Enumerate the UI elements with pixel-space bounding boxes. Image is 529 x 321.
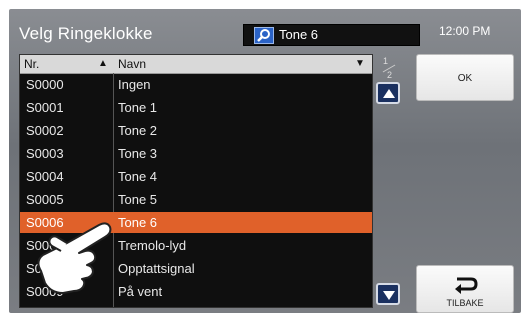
item-nr: S0004 <box>26 169 64 184</box>
sort-desc-icon[interactable]: ▼ <box>355 58 365 69</box>
column-header-name[interactable]: Navn <box>118 57 146 71</box>
scroll-controls: 1 2 <box>373 54 403 306</box>
item-name: Opptattsignal <box>118 261 195 276</box>
item-name: Tone 5 <box>118 192 158 207</box>
list-item[interactable]: S0002 Tone 2 <box>20 120 372 141</box>
return-arrow-icon <box>455 277 478 294</box>
item-name: Tone 4 <box>118 169 158 184</box>
item-name: Tone 6 <box>118 215 158 230</box>
list-header: Nr. ▲ Navn ▼ <box>20 55 372 74</box>
item-nr: S0005 <box>26 192 64 207</box>
item-name: Ingen <box>118 77 151 92</box>
item-nr: S0003 <box>26 146 64 161</box>
item-name: Tone 3 <box>118 146 158 161</box>
item-name: Tone 2 <box>118 123 158 138</box>
item-nr: S0001 <box>26 100 64 115</box>
list-item[interactable]: S0005 Tone 5 <box>20 189 372 210</box>
sort-asc-icon[interactable]: ▲ <box>98 58 108 69</box>
item-name: På vent <box>118 284 163 299</box>
list-item[interactable]: S0004 Tone 4 <box>20 166 372 187</box>
scroll-down-button[interactable] <box>376 283 400 305</box>
down-arrow-icon <box>383 291 395 300</box>
page-indicator: 1 2 <box>373 54 403 84</box>
hand-pointer-icon <box>37 222 112 294</box>
back-label: TILBAKE <box>446 298 484 308</box>
bell-select-screen: Velg Ringeklokke Tone 6 12:00 PM Nr. ▲ N… <box>9 9 521 313</box>
item-name: Tremolo-lyd <box>118 238 187 253</box>
item-nr: S0000 <box>26 77 64 92</box>
up-arrow-icon <box>383 89 395 98</box>
list-item[interactable]: S0003 Tone 3 <box>20 143 372 164</box>
page-current: 1 <box>383 56 389 66</box>
item-name: Tone 1 <box>118 100 158 115</box>
column-header-nr[interactable]: Nr. <box>24 57 39 71</box>
clock: 12:00 PM <box>439 24 491 38</box>
search-value: Tone 6 <box>279 27 319 42</box>
page-title: Velg Ringeklokke <box>19 24 153 43</box>
scroll-up-button[interactable] <box>376 82 400 104</box>
ok-label: OK <box>457 73 473 84</box>
item-nr: S0002 <box>26 123 64 138</box>
ok-button[interactable]: OK <box>416 54 514 101</box>
search-icon[interactable] <box>254 27 274 44</box>
search-field[interactable]: Tone 6 <box>243 24 420 46</box>
page-total: 2 <box>387 70 393 80</box>
list-item[interactable]: S0001 Tone 1 <box>20 97 372 118</box>
back-button[interactable]: TILBAKE <box>416 265 514 313</box>
list-item[interactable]: S0000 Ingen <box>20 74 372 95</box>
